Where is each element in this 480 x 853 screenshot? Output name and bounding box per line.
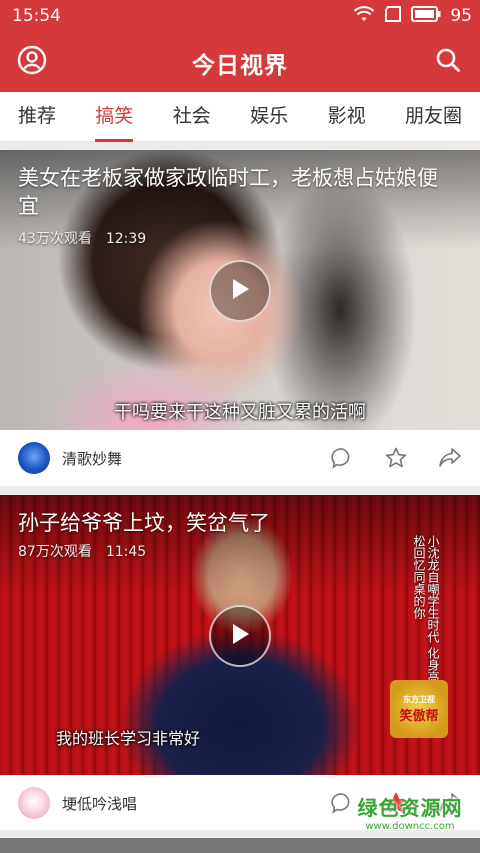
avatar[interactable] bbox=[18, 787, 50, 819]
vertical-caption: 小沈龙自嘲学生时代 化身高晓松回忆同桌的你 bbox=[412, 535, 440, 695]
author-name[interactable]: 清歌妙舞 bbox=[62, 448, 330, 469]
video-duration: 12:39 bbox=[105, 231, 147, 247]
wifi-icon bbox=[353, 5, 375, 27]
tab-movies[interactable]: 影视 bbox=[328, 92, 366, 142]
avatar[interactable] bbox=[18, 442, 50, 474]
status-icons: 95 bbox=[353, 5, 472, 27]
search-button[interactable] bbox=[430, 44, 466, 80]
watermark-text: 绿色资源网 bbox=[357, 796, 463, 820]
status-time: 15:54 bbox=[12, 6, 61, 26]
app-header: 今日视界 bbox=[0, 32, 480, 92]
card-actions bbox=[330, 446, 462, 470]
show-logo-text: 笑傲帮 bbox=[399, 709, 439, 724]
view-count: 87万次观看 bbox=[18, 544, 92, 560]
battery-icon bbox=[411, 6, 441, 26]
favorite-icon[interactable] bbox=[384, 446, 408, 470]
play-icon bbox=[229, 622, 251, 650]
show-logo-channel: 东方卫视 bbox=[403, 695, 435, 704]
tab-recommend[interactable]: 推荐 bbox=[18, 92, 56, 142]
video-duration: 11:45 bbox=[105, 544, 147, 560]
tab-entertainment[interactable]: 娱乐 bbox=[250, 92, 288, 142]
video-card-partial[interactable] bbox=[0, 838, 480, 853]
video-card: 美女在老板家做家政临时工，老板想占姑娘便宜 43万次观看 12:39 干吗要来干这… bbox=[0, 150, 480, 486]
comment-icon[interactable] bbox=[330, 446, 354, 470]
app-title: 今日视界 bbox=[192, 53, 288, 79]
tab-society[interactable]: 社会 bbox=[173, 92, 211, 142]
battery-percent: 95 bbox=[450, 6, 472, 26]
tab-funny[interactable]: 搞笑 bbox=[95, 92, 134, 142]
play-button[interactable] bbox=[209, 260, 271, 322]
view-count: 43万次观看 bbox=[18, 231, 92, 247]
video-subtitle: 干吗要来干这种又脏又累的活啊 bbox=[114, 402, 366, 423]
video-title[interactable]: 孙子给爷爷上坟，笑岔气了 bbox=[18, 509, 458, 537]
author-name[interactable]: 埂低吟浅唱 bbox=[62, 793, 330, 814]
video-thumbnail[interactable]: 美女在老板家做家政临时工，老板想占姑娘便宜 43万次观看 12:39 干吗要来干这… bbox=[0, 150, 480, 430]
video-thumbnail[interactable]: 孙子给爷爷上坟，笑岔气了 87万次观看 11:45 小沈龙自嘲学生时代 化身高晓松… bbox=[0, 495, 480, 775]
search-icon bbox=[435, 47, 461, 77]
play-button[interactable] bbox=[209, 605, 271, 667]
video-meta: 43万次观看 12:39 bbox=[18, 228, 146, 248]
video-card: 孙子给爷爷上坟，笑岔气了 87万次观看 11:45 小沈龙自嘲学生时代 化身高晓松… bbox=[0, 495, 480, 830]
card-footer: 清歌妙舞 bbox=[0, 430, 480, 486]
sim-icon bbox=[384, 6, 402, 26]
share-icon[interactable] bbox=[438, 446, 462, 470]
watermark: 绿色资源网 www.downcc.com bbox=[340, 792, 480, 832]
watermark-url: www.downcc.com bbox=[365, 821, 455, 832]
play-icon bbox=[229, 277, 251, 305]
app-screen: 15:54 95 今日视界 推荐 搞笑 社会 娱乐 影视 朋友圈 美女在老板家做… bbox=[0, 0, 480, 853]
tab-moments[interactable]: 朋友圈 bbox=[405, 92, 462, 142]
video-subtitle: 我的班长学习非常好 bbox=[56, 729, 201, 748]
status-bar: 15:54 95 bbox=[0, 0, 480, 32]
video-title[interactable]: 美女在老板家做家政临时工，老板想占姑娘便宜 bbox=[18, 164, 458, 220]
video-meta: 87万次观看 11:45 bbox=[18, 541, 146, 561]
category-tabs: 推荐 搞笑 社会 娱乐 影视 朋友圈 bbox=[0, 92, 480, 142]
